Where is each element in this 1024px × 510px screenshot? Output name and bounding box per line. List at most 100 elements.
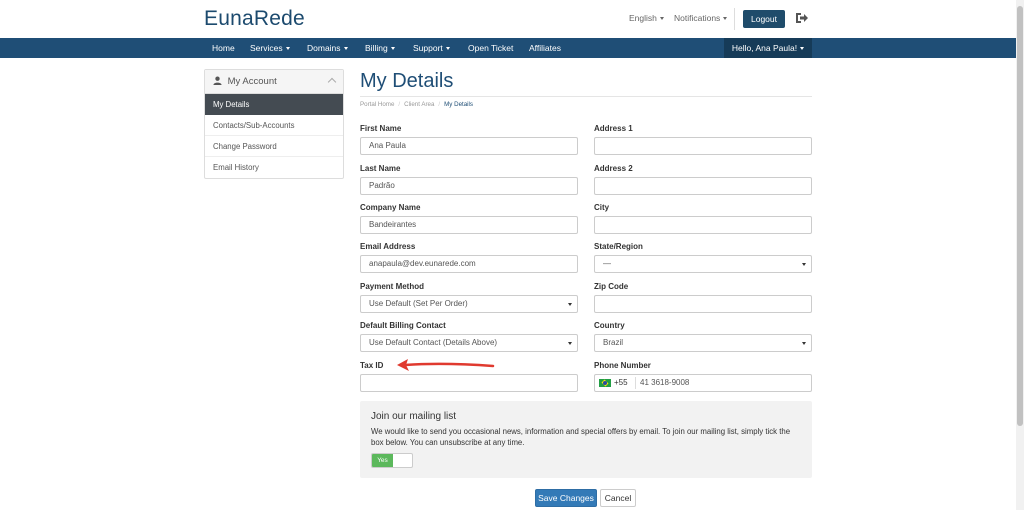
user-menu[interactable]: Hello, Ana Paula! <box>724 38 812 58</box>
address1-input[interactable] <box>594 137 812 155</box>
sidebar-item-my-details[interactable]: My Details <box>205 94 343 115</box>
tax-id-input[interactable] <box>360 374 578 392</box>
toggle-yes-label: Yes <box>372 454 393 467</box>
address1-label: Address 1 <box>594 124 633 133</box>
chevron-down-icon <box>800 47 805 51</box>
payment-method-label: Payment Method <box>360 282 425 291</box>
scrollbar[interactable] <box>1016 0 1024 510</box>
cancel-button[interactable]: Cancel <box>600 489 636 507</box>
company-name-input[interactable]: Bandeirantes <box>360 216 578 234</box>
chevron-down-icon <box>390 47 395 51</box>
user-icon <box>213 76 222 85</box>
state-label: State/Region <box>594 242 643 251</box>
state-select[interactable]: — <box>594 255 812 273</box>
phone-divider <box>635 377 636 389</box>
chevron-down-icon <box>802 342 806 345</box>
company-name-label: Company Name <box>360 203 421 212</box>
chevron-down-icon <box>343 47 348 51</box>
company-name-value: Bandeirantes <box>369 220 417 229</box>
billing-contact-label: Default Billing Contact <box>360 321 446 330</box>
main-nav: Home Services Domains Billing Support Op… <box>0 38 1016 58</box>
nav-domains-label: Domains <box>307 43 341 53</box>
nav-affiliates-label: Affiliates <box>529 43 561 53</box>
notifications-dropdown[interactable]: Notifications <box>674 13 728 23</box>
phone-country-code[interactable]: +55 <box>614 375 628 391</box>
last-name-input[interactable]: Padrão <box>360 177 578 195</box>
tax-id-label: Tax ID <box>360 361 384 370</box>
logout-button[interactable]: Logout <box>743 10 785 28</box>
logo[interactable]: EunaRede <box>204 7 305 31</box>
brazil-flag-icon[interactable] <box>599 379 611 387</box>
breadcrumb-separator: / <box>398 101 401 108</box>
country-label: Country <box>594 321 625 330</box>
chevron-down-icon <box>802 263 806 266</box>
email-value: anapaula@dev.eunarede.com <box>369 259 476 268</box>
billing-contact-value: Use Default Contact (Details Above) <box>369 338 498 347</box>
sidebar-title: My Account <box>227 76 277 87</box>
nav-domains[interactable]: Domains <box>307 38 348 58</box>
header-divider <box>734 8 735 30</box>
language-dropdown[interactable]: English <box>629 13 664 23</box>
sidebar-item-change-password[interactable]: Change Password <box>205 136 343 157</box>
sidebar-item-email-history[interactable]: Email History <box>205 157 343 178</box>
chevron-down-icon <box>568 303 572 306</box>
user-menu-label: Hello, Ana Paula! <box>731 43 798 53</box>
nav-support[interactable]: Support <box>413 38 450 58</box>
nav-support-label: Support <box>413 43 443 53</box>
city-input[interactable] <box>594 216 812 234</box>
breadcrumb-client-area[interactable]: Client Area <box>404 101 434 108</box>
language-label: English <box>629 13 657 23</box>
header: EunaRede English Notifications Logout <box>0 0 1016 38</box>
mailing-list-toggle[interactable]: Yes <box>371 453 413 468</box>
email-input[interactable]: anapaula@dev.eunarede.com <box>360 255 578 273</box>
notifications-label: Notifications <box>674 13 721 23</box>
chevron-up-icon[interactable] <box>327 77 337 87</box>
payment-method-value: Use Default (Set Per Order) <box>369 299 468 308</box>
last-name-label: Last Name <box>360 164 401 173</box>
zip-label: Zip Code <box>594 282 629 291</box>
mailing-list-title: Join our mailing list <box>371 411 457 422</box>
billing-contact-select[interactable]: Use Default Contact (Details Above) <box>360 334 578 352</box>
zip-input[interactable] <box>594 295 812 313</box>
breadcrumb: Portal Home / Client Area / My Details <box>360 101 473 108</box>
account-sidebar: My Account My Details Contacts/Sub-Accou… <box>204 69 344 179</box>
page-title: My Details <box>360 70 454 92</box>
breadcrumb-separator: / <box>438 101 441 108</box>
nav-open-ticket[interactable]: Open Ticket <box>468 38 513 58</box>
breadcrumb-portal-home[interactable]: Portal Home <box>360 101 394 108</box>
country-select[interactable]: Brazil <box>594 334 812 352</box>
chevron-down-icon <box>723 17 728 21</box>
title-divider <box>360 96 812 97</box>
phone-label: Phone Number <box>594 361 651 370</box>
state-value: — <box>603 259 611 268</box>
phone-input[interactable]: +55 41 3618-9008 <box>594 374 812 392</box>
save-changes-button[interactable]: Save Changes <box>535 489 597 507</box>
nav-billing[interactable]: Billing <box>365 38 395 58</box>
chevron-down-icon <box>445 47 450 51</box>
address2-input[interactable] <box>594 177 812 195</box>
nav-services[interactable]: Services <box>250 38 290 58</box>
nav-home[interactable]: Home <box>212 38 235 58</box>
nav-billing-label: Billing <box>365 43 388 53</box>
nav-home-label: Home <box>212 43 235 53</box>
scroll-thumb[interactable] <box>1017 6 1023 426</box>
nav-open-ticket-label: Open Ticket <box>468 43 514 53</box>
chevron-down-icon <box>659 17 664 21</box>
red-arrow-annotation <box>397 359 495 371</box>
address2-label: Address 2 <box>594 164 633 173</box>
sidebar-header[interactable]: My Account <box>205 70 343 94</box>
payment-method-select[interactable]: Use Default (Set Per Order) <box>360 295 578 313</box>
first-name-input[interactable]: Ana Paula <box>360 137 578 155</box>
chevron-down-icon <box>285 47 290 51</box>
phone-value: 41 3618-9008 <box>640 378 690 387</box>
first-name-label: First Name <box>360 124 402 133</box>
last-name-value: Padrão <box>369 181 395 190</box>
nav-services-label: Services <box>250 43 283 53</box>
mailing-list-text: We would like to send you occasional new… <box>371 427 791 447</box>
nav-affiliates[interactable]: Affiliates <box>529 38 561 58</box>
sidebar-item-contacts[interactable]: Contacts/Sub-Accounts <box>205 115 343 136</box>
first-name-value: Ana Paula <box>369 141 406 150</box>
country-value: Brazil <box>603 338 624 347</box>
exit-icon[interactable] <box>794 11 808 25</box>
email-label: Email Address <box>360 242 416 251</box>
